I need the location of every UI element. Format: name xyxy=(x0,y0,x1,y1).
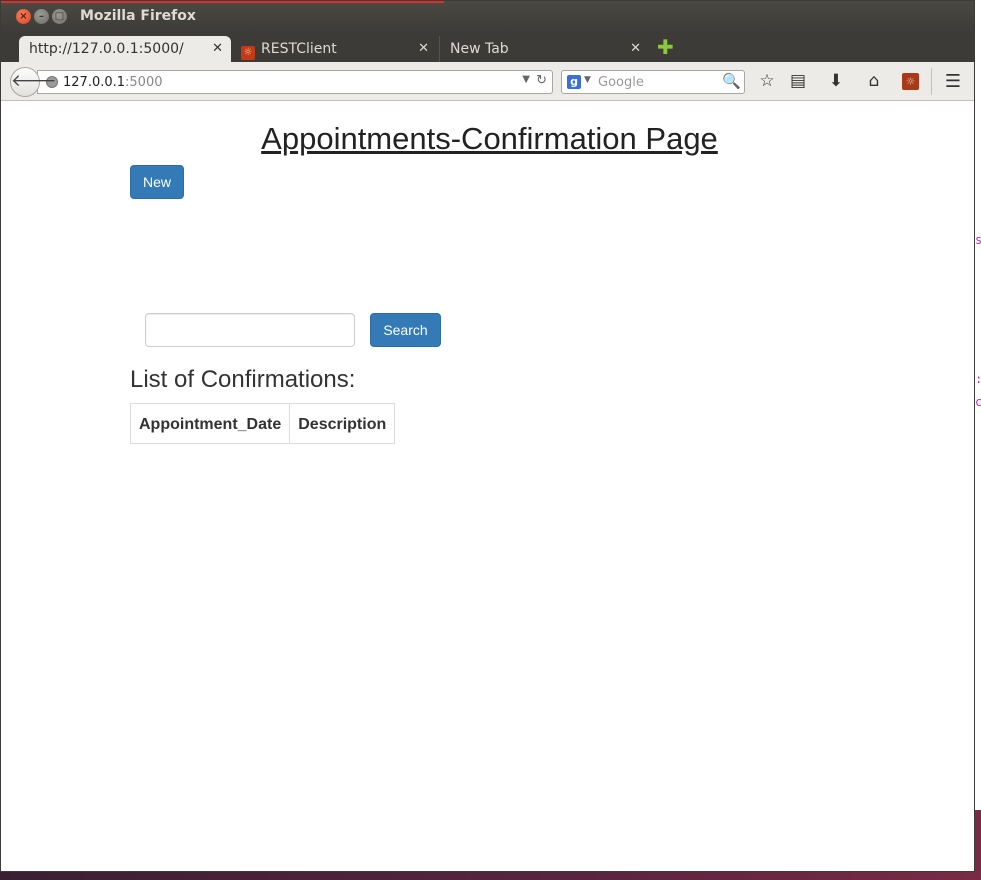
search-bar[interactable]: g ▼ Google 🔍 xyxy=(561,70,745,94)
url-port: :5000 xyxy=(125,75,163,90)
search-button[interactable]: Search xyxy=(370,313,441,347)
engine-dropdown-icon[interactable]: ▼ xyxy=(584,75,591,85)
url-bar[interactable]: 127.0.0.1:5000 ▼ ↻ xyxy=(37,70,553,94)
history-dropdown-icon[interactable]: ▼ xyxy=(522,74,530,85)
tab-localhost[interactable]: http://127.0.0.1:5000/ ✕ xyxy=(19,36,231,62)
menu-icon[interactable]: ☰ xyxy=(942,71,964,92)
desktop-wallpaper-corner xyxy=(974,810,981,880)
page-content: Appointments-Confirmation Page New Searc… xyxy=(1,101,974,871)
tab-close-icon[interactable]: ✕ xyxy=(418,41,429,56)
new-button[interactable]: New xyxy=(130,165,184,199)
tab-bar: http://127.0.0.1:5000/ ✕ ☼ RESTClient ✕ N… xyxy=(1,33,974,62)
search-placeholder: Google xyxy=(598,75,644,90)
reload-icon[interactable]: ↻ xyxy=(536,73,547,88)
column-header-appointment-date[interactable]: Appointment_Date xyxy=(129,403,291,444)
navigation-bar: 127.0.0.1:5000 ▼ ↻ 🡐 g ▼ Google 🔍 ☆ ▤ ⬇ … xyxy=(1,62,974,101)
google-engine-icon[interactable]: g xyxy=(567,75,581,89)
tab-new-tab[interactable]: New Tab ✕ xyxy=(439,36,649,62)
title-bar: × – □ Mozilla Firefox xyxy=(1,1,974,33)
title-bar-accent xyxy=(1,1,444,3)
back-arrow-icon: 🡐 xyxy=(11,71,57,91)
tab-close-icon[interactable]: ✕ xyxy=(212,41,223,56)
firefox-window: × – □ Mozilla Firefox http://127.0.0.1:5… xyxy=(0,0,975,872)
column-header-description[interactable]: Description xyxy=(289,403,396,444)
tab-restclient[interactable]: ☼ RESTClient ✕ xyxy=(233,36,437,62)
home-icon[interactable]: ⌂ xyxy=(863,71,885,91)
desktop-edge xyxy=(974,0,981,880)
tab-label: http://127.0.0.1:5000/ xyxy=(29,41,184,57)
background-window-glyph: c xyxy=(975,395,981,409)
toolbar-divider xyxy=(931,68,932,95)
url-host: 127.0.0.1 xyxy=(63,75,126,90)
desktop-wallpaper-strip xyxy=(0,872,981,880)
bookmark-star-icon[interactable]: ☆ xyxy=(756,71,778,91)
restclient-icon: ☼ xyxy=(241,46,255,60)
window-minimize-button[interactable]: – xyxy=(34,9,49,24)
magnifier-icon[interactable]: 🔍 xyxy=(722,72,741,90)
downloads-icon[interactable]: ⬇ xyxy=(825,71,847,91)
tab-label: RESTClient xyxy=(261,41,337,57)
confirmations-table: Appointment_Date Description xyxy=(129,403,396,444)
tab-label: New Tab xyxy=(450,41,509,57)
window-title: Mozilla Firefox xyxy=(80,8,196,24)
back-button[interactable]: 🡐 xyxy=(10,67,57,97)
search-input[interactable] xyxy=(145,313,355,347)
new-tab-plus-icon[interactable]: ✚ xyxy=(657,36,674,58)
background-window-glyph: s xyxy=(975,233,981,247)
list-heading: List of Confirmations: xyxy=(130,366,356,393)
restclient-extension-icon[interactable]: ☼ xyxy=(902,73,919,90)
background-window-glyph: : xyxy=(975,372,981,386)
window-maximize-button[interactable]: □ xyxy=(52,9,67,24)
bookmarks-list-icon[interactable]: ▤ xyxy=(787,71,809,91)
tab-close-icon[interactable]: ✕ xyxy=(630,41,641,56)
page-title: Appointments-Confirmation Page xyxy=(261,121,718,156)
window-close-button[interactable]: × xyxy=(16,9,31,24)
table-header-row: Appointment_Date Description xyxy=(129,403,396,444)
